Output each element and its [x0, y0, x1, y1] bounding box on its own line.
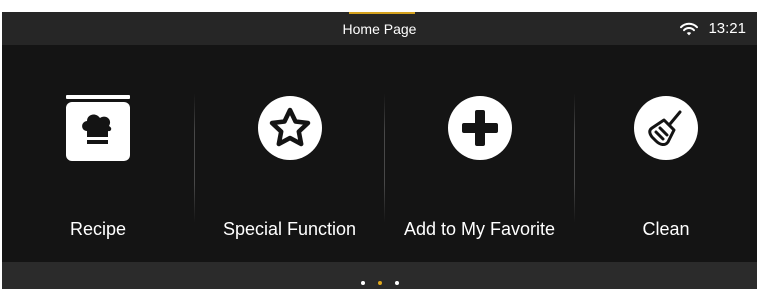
page-dot-2-active[interactable] [377, 281, 382, 285]
menu-item-special-function[interactable]: Special Function [195, 45, 384, 262]
menu-item-recipe[interactable]: Recipe [2, 45, 194, 262]
menu-item-add-to-favorite[interactable]: Add to My Favorite [385, 45, 574, 262]
status-bar: Home Page 13:21 [2, 12, 757, 45]
menu-item-label: Recipe [69, 219, 127, 239]
recipe-book-icon [65, 95, 131, 161]
clean-brush-icon [633, 95, 699, 161]
main-menu: Recipe Special Function Add to My Favori… [2, 45, 757, 262]
status-indicators: 13:21 [680, 12, 746, 45]
star-icon [257, 95, 323, 161]
menu-item-label: Special Function [222, 219, 357, 239]
plus-icon [447, 95, 513, 161]
page-title: Home Page [342, 21, 417, 37]
clock: 13:21 [708, 20, 746, 37]
page-indicator-bar [2, 262, 757, 289]
page-dot-3[interactable] [394, 281, 399, 285]
page-dot-1[interactable] [360, 281, 365, 285]
menu-item-label: Clean [642, 219, 690, 239]
menu-item-clean[interactable]: Clean [575, 45, 757, 262]
home-screen: Home Page 13:21 Recipe Special Function … [2, 12, 757, 289]
menu-item-label: Add to My Favorite [403, 219, 556, 239]
page-dots [2, 281, 757, 285]
wifi-icon [680, 22, 699, 35]
